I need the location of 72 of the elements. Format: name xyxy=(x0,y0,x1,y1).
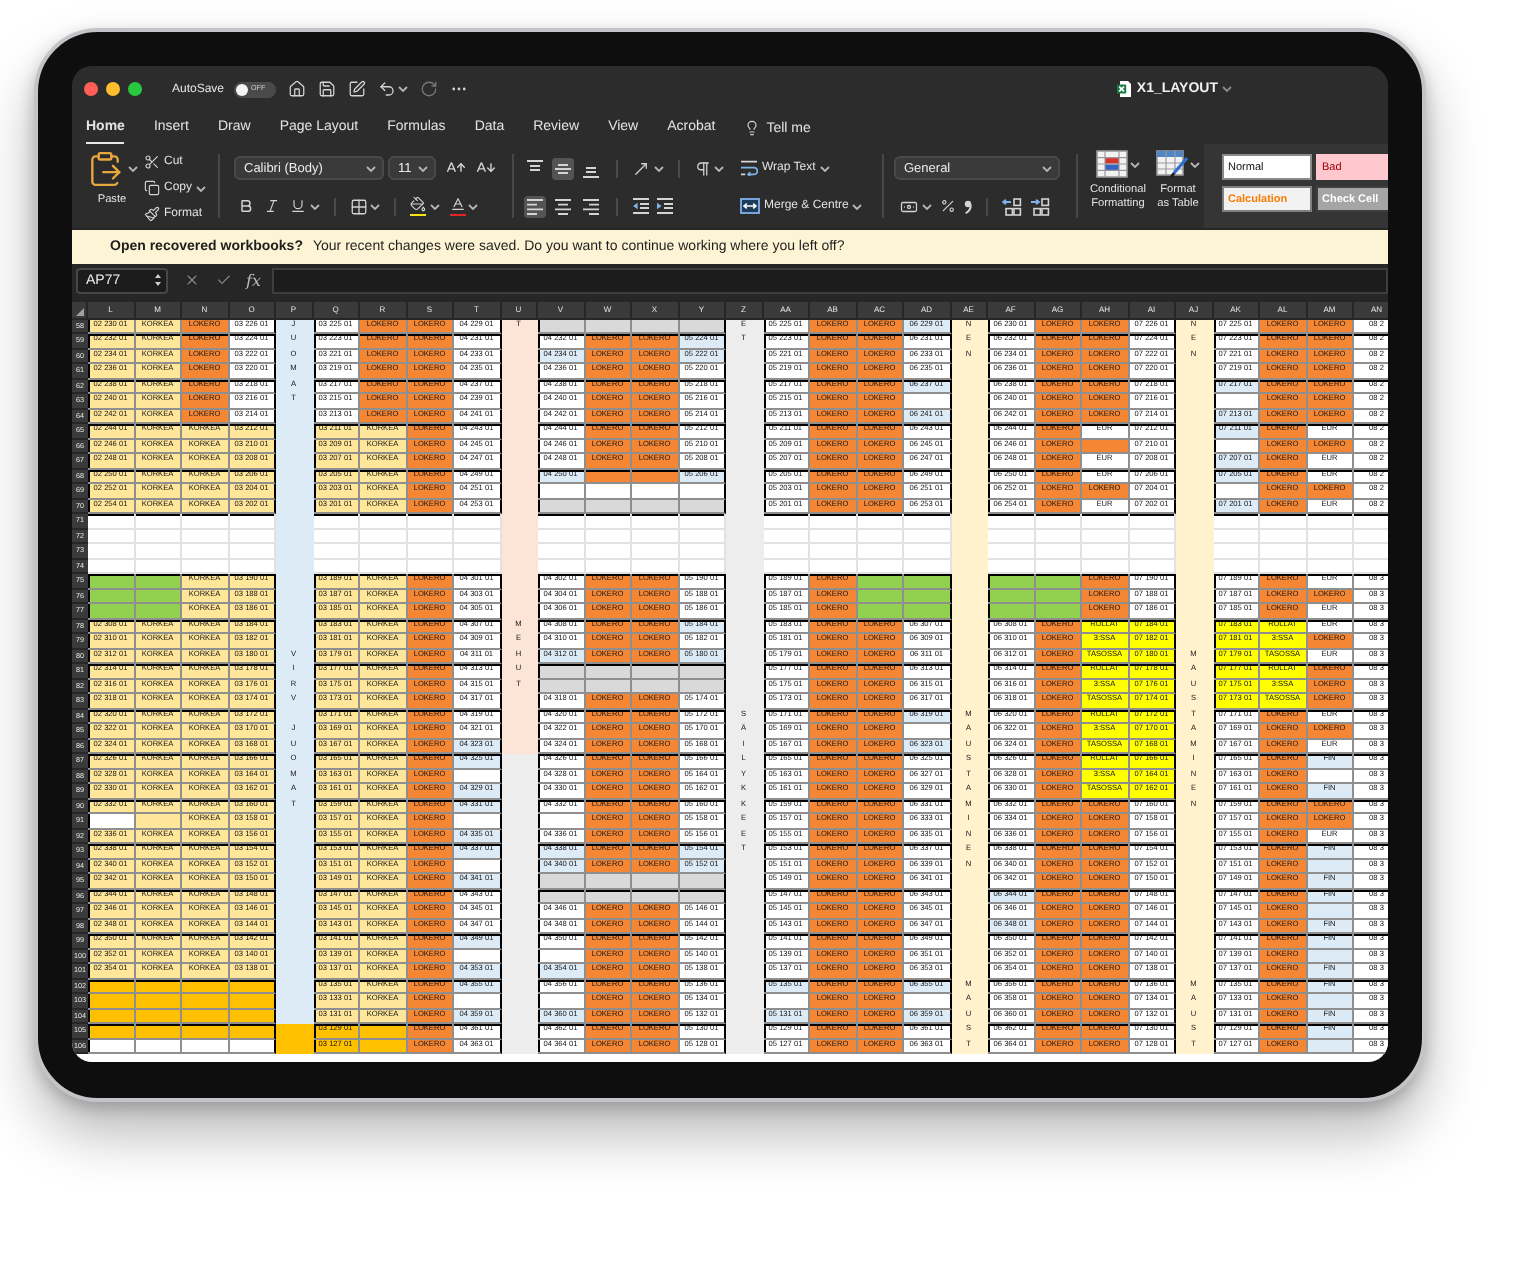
align-center-icon xyxy=(554,197,572,215)
wrap-text-icon xyxy=(740,160,758,176)
align-top-icon xyxy=(526,159,544,177)
percent-icon[interactable] xyxy=(939,198,955,214)
italic-icon[interactable] xyxy=(264,198,280,214)
caret-icon[interactable] xyxy=(852,203,863,209)
caret-icon[interactable] xyxy=(418,165,428,171)
caret-icon[interactable] xyxy=(127,166,138,172)
caret-icon[interactable] xyxy=(468,203,478,209)
increase-decimal-icon[interactable] xyxy=(1001,197,1021,215)
pilcrow-icon[interactable] xyxy=(693,159,711,177)
align-left-icon xyxy=(526,197,544,215)
paint-bucket-icon[interactable] xyxy=(410,196,426,216)
grid-icon[interactable] xyxy=(349,197,367,215)
caret-icon[interactable] xyxy=(653,165,663,171)
align-center-button[interactable] xyxy=(552,195,574,217)
save-icon[interactable] xyxy=(317,80,336,98)
font-shrink-icon[interactable] xyxy=(476,158,496,178)
formula-input[interactable] xyxy=(272,267,1388,293)
caret-icon[interactable] xyxy=(819,165,830,171)
window-close-icon[interactable] xyxy=(83,82,97,96)
window-zoom-icon[interactable] xyxy=(127,82,141,96)
caret-icon[interactable] xyxy=(1222,86,1232,92)
underline-icon[interactable] xyxy=(290,198,306,214)
diagonal-arrow-icon[interactable] xyxy=(632,159,650,177)
caret-icon[interactable] xyxy=(714,165,724,171)
clipboard-icon xyxy=(86,150,125,188)
lightbulb-icon xyxy=(744,120,761,136)
home-icon[interactable] xyxy=(287,80,306,98)
caret-icon[interactable] xyxy=(366,165,376,171)
caret-icon[interactable] xyxy=(398,86,409,92)
caret-icon[interactable] xyxy=(196,185,207,191)
align-middle-button[interactable] xyxy=(552,157,574,179)
stepper-icon[interactable] xyxy=(154,272,162,288)
caret-icon[interactable] xyxy=(370,203,380,209)
caret-icon[interactable] xyxy=(1042,165,1052,171)
caret-icon[interactable] xyxy=(921,203,931,209)
function-button[interactable]: fx xyxy=(246,271,261,289)
redo-icon[interactable] xyxy=(420,80,439,98)
spreadsheet-file-icon xyxy=(1116,80,1133,98)
banknote-icon[interactable] xyxy=(900,197,918,215)
merge-cells-icon xyxy=(740,198,760,214)
undo-icon[interactable] xyxy=(377,80,396,98)
table-cell xyxy=(904,724,951,739)
table-brush-icon xyxy=(1155,150,1188,178)
window-minimize-icon[interactable] xyxy=(105,82,119,96)
align-right-icon xyxy=(582,197,600,215)
triangle-icon xyxy=(76,307,84,315)
cancel-icon[interactable] xyxy=(184,272,200,288)
indent-decrease-icon[interactable] xyxy=(632,198,650,214)
toggle-knob-icon xyxy=(236,83,249,95)
pen-square-icon[interactable] xyxy=(347,80,366,98)
indent-increase-icon[interactable] xyxy=(656,198,674,214)
bold-icon[interactable] xyxy=(238,198,254,214)
align-right-button[interactable] xyxy=(580,195,602,217)
caret-icon[interactable] xyxy=(429,203,439,209)
table-cell xyxy=(904,994,951,1009)
copy-icon xyxy=(144,180,160,196)
caret-icon[interactable] xyxy=(309,203,319,209)
caret-icon[interactable] xyxy=(1130,161,1141,167)
caret-icon[interactable] xyxy=(1190,161,1201,167)
comma-icon[interactable] xyxy=(963,199,971,213)
align-middle-icon xyxy=(554,159,572,177)
font-grow-icon[interactable] xyxy=(446,158,466,178)
align-left-button[interactable] xyxy=(524,195,546,217)
check-icon[interactable] xyxy=(216,272,232,288)
colored-grid-icon xyxy=(1095,150,1128,178)
paintbrush-icon xyxy=(144,206,160,222)
select-all-button[interactable] xyxy=(72,302,88,319)
decrease-decimal-icon[interactable] xyxy=(1029,197,1049,215)
scissors-icon xyxy=(144,154,160,170)
font-color-icon[interactable] xyxy=(449,196,465,216)
